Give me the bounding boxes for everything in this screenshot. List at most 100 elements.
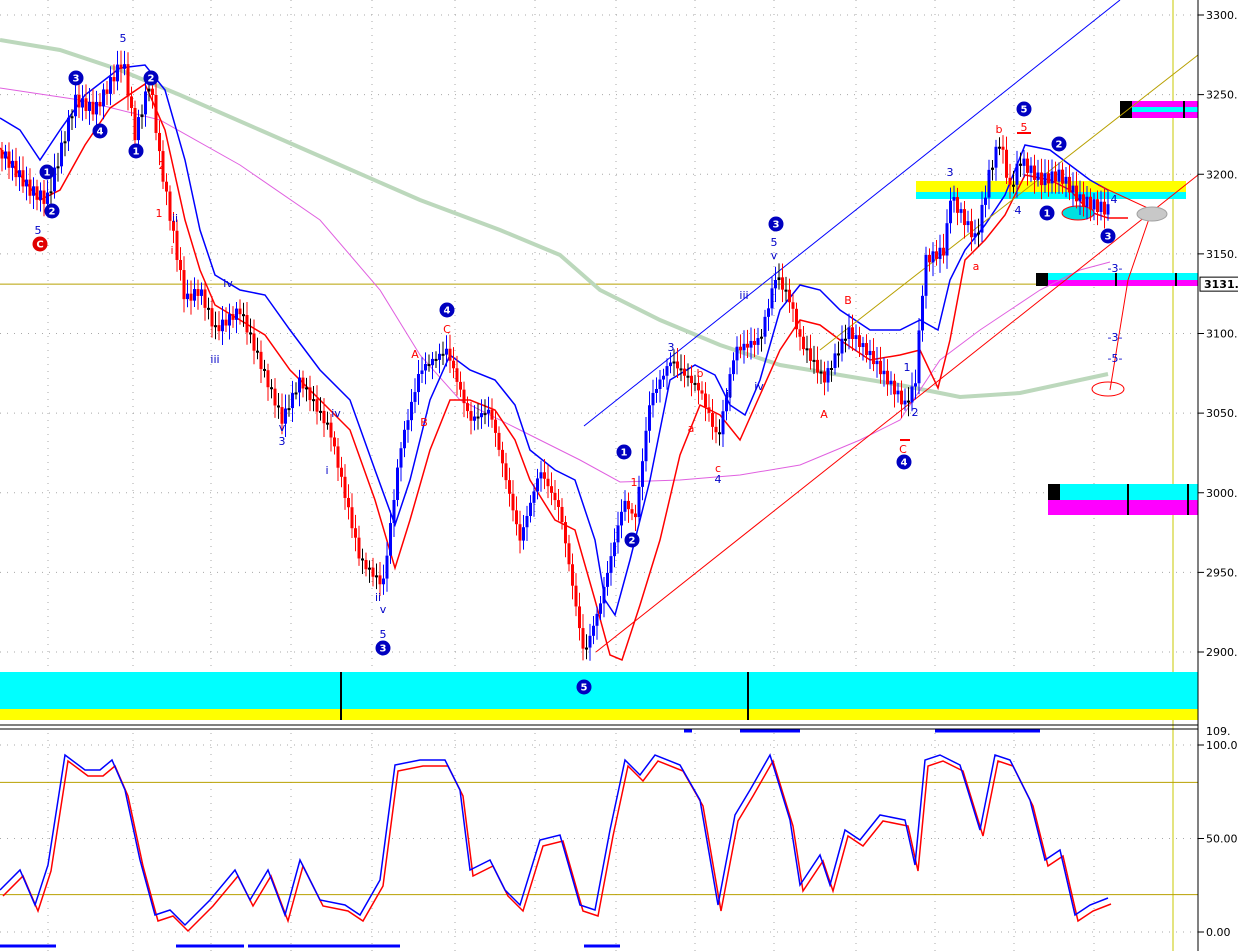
price-bar-body	[767, 308, 770, 317]
price-bar-body	[77, 94, 81, 108]
wave-label-text: C	[36, 240, 43, 251]
price-bar-body	[830, 368, 833, 371]
price-bar-body	[924, 254, 928, 296]
price-bar-body	[91, 101, 95, 115]
price-bar-body	[259, 351, 263, 369]
price-bar-body	[963, 209, 966, 226]
price-bar-body	[18, 170, 21, 178]
wave-label: b	[697, 367, 704, 380]
price-bar-body	[32, 186, 35, 196]
price-bar-body	[648, 405, 651, 431]
price-bar-body	[928, 254, 931, 263]
price-bar-body	[1106, 204, 1110, 215]
price-bar-body	[417, 373, 420, 393]
price-bar-body	[287, 408, 291, 411]
price-bar-body	[959, 209, 963, 213]
price-bar-body	[504, 463, 508, 481]
price-bar-body	[1078, 194, 1082, 202]
price-bar-body	[539, 472, 543, 479]
wave-label: v	[380, 603, 387, 616]
price-tick-label: 3050.0	[1206, 407, 1238, 420]
price-bar-body	[704, 393, 707, 408]
price-bar-body	[567, 543, 571, 565]
price-bar-body	[308, 387, 312, 401]
price-bar-body	[501, 449, 504, 464]
wave-label-circled: 2	[1051, 136, 1067, 152]
price-bar-body	[88, 101, 91, 111]
wave-label-text: 4	[444, 306, 451, 317]
price-bar-body	[119, 64, 123, 69]
wave-label-text: 4	[97, 127, 104, 138]
price-bar-body	[847, 327, 851, 340]
price-bar-body	[529, 502, 532, 516]
price-bar-body	[193, 289, 196, 301]
price-bar-body	[151, 88, 154, 96]
price-bar-body	[224, 319, 228, 326]
wave-label: 4	[715, 473, 722, 486]
price-bar-body	[1001, 146, 1005, 150]
price-bar-body	[357, 537, 361, 559]
price-bar-body	[917, 330, 921, 384]
price-bar-body	[39, 190, 42, 200]
price-bar-body	[893, 380, 896, 395]
price-bar-body	[235, 308, 238, 320]
indicator-lines	[0, 0, 1199, 662]
price-bar-body	[1064, 176, 1068, 184]
price-bar-body	[991, 167, 994, 170]
price-bar-body	[305, 387, 308, 390]
price-bar-body	[81, 98, 84, 108]
price-bar-body	[28, 179, 32, 196]
price-bar-body	[399, 448, 403, 468]
price-bar-body	[550, 486, 553, 493]
price-bar-body	[809, 348, 812, 361]
wave-label: B	[844, 294, 852, 307]
band-anchor	[1120, 101, 1132, 118]
price-bar-body	[679, 368, 683, 371]
wave-label-circled: C	[32, 236, 48, 252]
price-tick-label: 3250.0	[1206, 89, 1238, 102]
wave-label: ii	[172, 212, 178, 225]
wave-label: 3	[668, 341, 675, 354]
price-bar-body	[1085, 196, 1089, 207]
upper-envelope	[0, 64, 1109, 617]
price-bar-body	[753, 340, 756, 345]
price-bar-body	[746, 343, 749, 348]
price-bar-body	[861, 343, 865, 348]
price-bar-body	[319, 410, 322, 413]
price-bar-body	[966, 221, 970, 226]
price-bar-body	[448, 348, 452, 361]
price-bar-body	[522, 527, 525, 541]
stochastic-main-line	[0, 753, 1109, 927]
wave-label: a	[688, 422, 695, 435]
wave-label-text: 1	[133, 147, 140, 158]
price-bar-body	[490, 409, 494, 420]
price-bar-body	[392, 499, 396, 524]
price-bar-body	[770, 288, 774, 309]
wave-label: 5	[1021, 121, 1028, 134]
price-bar-body	[921, 295, 924, 331]
price-tick-label: 3200.0	[1206, 168, 1238, 181]
price-bar-body	[903, 400, 907, 405]
price-bar-body	[879, 360, 882, 375]
wave-label-circled: 1	[616, 444, 632, 460]
lower-cyan-band	[1048, 484, 1198, 500]
price-bar-body	[886, 370, 889, 385]
price-bar-body	[858, 335, 861, 348]
oscillator-tick-label: 100.0	[1206, 739, 1238, 752]
price-bar-body	[795, 308, 798, 330]
wave-label: A	[820, 408, 828, 421]
stochastic-oscillator	[0, 753, 1112, 933]
wave-label-text: 2	[1056, 140, 1063, 151]
wave-label: 4	[1111, 193, 1118, 206]
price-bar-body	[609, 556, 613, 573]
price-bar-body	[413, 392, 417, 402]
price-bar-body	[385, 555, 389, 579]
price-bar-body	[532, 491, 536, 503]
oscillator-axis: 100.0 50.00 0.00 109.	[1198, 725, 1238, 939]
price-bar-body	[67, 117, 70, 142]
price-bar-body	[900, 390, 903, 405]
price-bar-body	[756, 338, 760, 345]
price-bar-body	[1022, 158, 1026, 166]
price-bar-body	[371, 567, 375, 577]
wave-label: i	[325, 464, 328, 477]
